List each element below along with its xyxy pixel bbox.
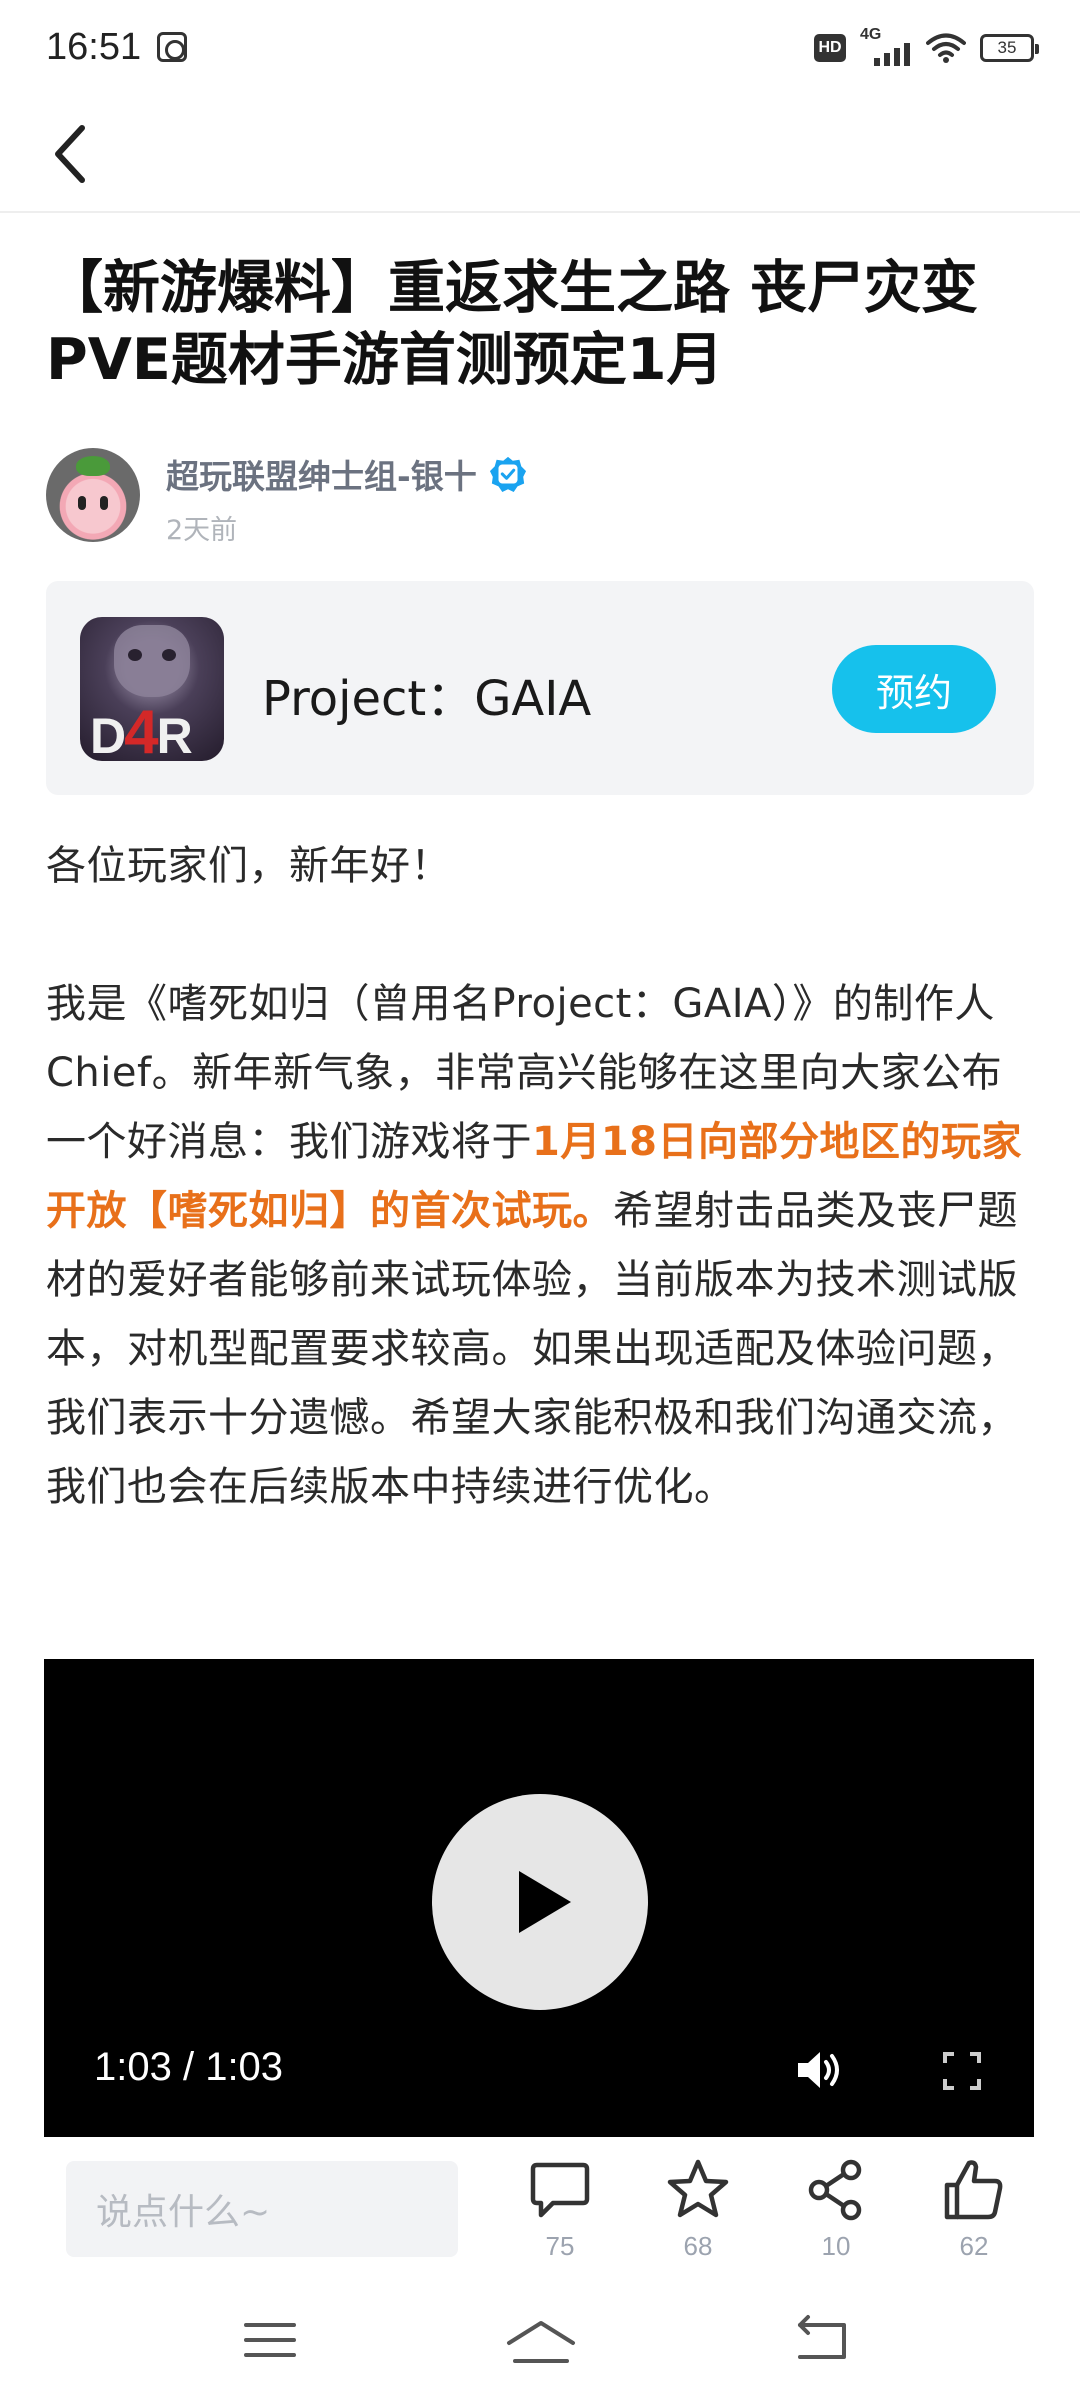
author-name: 超玩联盟绅士组-银十 [166, 457, 477, 496]
video-player[interactable]: 1:03 / 1:03 [44, 1659, 1034, 2139]
wifi-icon [926, 33, 966, 63]
game-name: Project：GAIA [262, 671, 592, 727]
video-time: 1:03 / 1:03 [94, 2045, 284, 2089]
comment-icon [530, 2162, 590, 2218]
signal-icon: 4G [860, 26, 912, 68]
paragraph-text-end: 希望射击品类及丧尸题材的爱好者能够前来试玩体验，当前版本为技术测试版本，对机型配… [46, 1188, 1018, 1510]
game-card[interactable]: D4R Project：GAIA 预约 [46, 581, 1034, 795]
share-count: 10 [821, 2231, 851, 2261]
fullscreen-icon[interactable] [942, 2051, 982, 2091]
menu-icon[interactable] [240, 2313, 300, 2367]
share-button[interactable]: 10 [791, 2157, 881, 2267]
game-logo: D4R [80, 617, 224, 761]
thumbs-up-icon [944, 2160, 1003, 2220]
comment-count: 75 [545, 2231, 575, 2261]
author-row: 超玩联盟绅士组-银十 2天前 [46, 448, 1036, 548]
main-paragraph: 我是《嗜死如归（曾用名Project：GAIA）》的制作人Chief。新年新气象… [46, 970, 1036, 1522]
favorite-button[interactable]: 68 [653, 2157, 743, 2267]
article-title: 【新游爆料】重返求生之路 丧尸灾变PVE题材手游首测预定1月 [46, 255, 978, 393]
status-indicators: HD 4G 35 [814, 26, 1039, 68]
game-logo-text: D4R [90, 698, 193, 761]
back-nav-icon[interactable] [792, 2313, 852, 2367]
like-button[interactable]: 62 [929, 2157, 1019, 2267]
article-body: 各位玩家们，新年好！ 我是《嗜死如归（曾用名Project：GAIA）》的制作人… [46, 832, 1036, 1522]
comment-input[interactable]: 说点什么~ [66, 2161, 458, 2257]
favorite-count: 68 [683, 2231, 713, 2261]
top-nav [0, 100, 1080, 213]
greeting-paragraph: 各位玩家们，新年好！ [46, 843, 451, 889]
avatar[interactable] [46, 448, 140, 542]
back-button[interactable] [50, 114, 130, 194]
play-button[interactable] [432, 1794, 648, 2010]
reserve-button[interactable]: 预约 [832, 645, 996, 733]
bottom-action-bar: 说点什么~ 75 68 10 62 [0, 2137, 1080, 2285]
status-time: 16:51 [46, 26, 142, 68]
app-notification-icon [157, 32, 187, 62]
status-bar: 16:51 HD 4G 35 [0, 0, 1080, 100]
like-count: 62 [959, 2231, 989, 2261]
post-time: 2天前 [166, 515, 238, 546]
star-icon [667, 2159, 729, 2218]
comment-button[interactable]: 75 [515, 2157, 605, 2267]
battery-level: 35 [997, 38, 1017, 57]
hd-icon: HD [814, 34, 846, 62]
verified-icon [489, 456, 526, 493]
zombie-face-image [114, 625, 190, 697]
home-icon[interactable] [505, 2313, 577, 2367]
battery-icon: 35 [980, 34, 1039, 62]
system-nav-bar [0, 2285, 1080, 2400]
play-icon [519, 1871, 571, 1933]
network-type-label: 4G [860, 26, 882, 43]
share-icon [808, 2159, 862, 2221]
chevron-left-icon [55, 125, 85, 183]
author-name-row[interactable]: 超玩联盟绅士组-银十 [166, 450, 527, 498]
volume-icon[interactable] [792, 2043, 846, 2097]
